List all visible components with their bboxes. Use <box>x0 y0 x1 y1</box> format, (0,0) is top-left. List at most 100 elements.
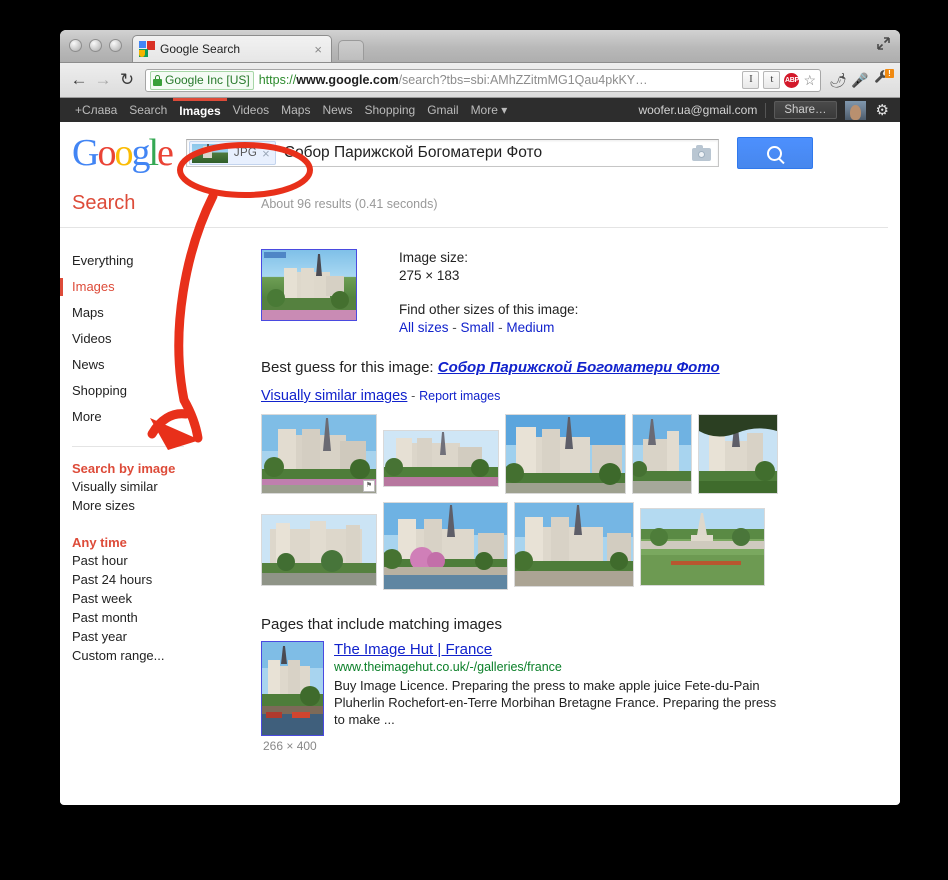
tab-close-icon[interactable]: × <box>311 43 325 56</box>
gbar-item-videos[interactable]: Videos <box>227 98 275 122</box>
window-traffic-lights <box>69 39 122 52</box>
similar-thumb-paris-park-monument[interactable] <box>640 508 765 586</box>
gbar-item-more[interactable]: More ▾ <box>465 98 514 122</box>
ev-certificate-label: Google Inc [US] <box>165 73 250 87</box>
best-guess-link[interactable]: Собор Парижской Богоматери Фото <box>438 359 720 376</box>
gbar-item-news[interactable]: News <box>316 98 358 122</box>
gbar-item-images[interactable]: Images <box>173 98 227 122</box>
report-images-link[interactable]: Report images <box>419 389 500 403</box>
source-image-thumbnail[interactable] <box>261 249 357 321</box>
gear-icon[interactable]: ⚙ <box>876 101 889 119</box>
search-by-image-title: Search by image <box>72 461 176 476</box>
sidebar-item-images[interactable]: Images <box>60 274 196 300</box>
browser-tab-strip: Google Search × <box>60 30 900 63</box>
google-search-header: Google JPG × Собор Парижской Богоматери … <box>60 122 900 184</box>
best-guess-row: Best guess for this image: Собор Парижск… <box>261 337 900 376</box>
visually-similar-images-link[interactable]: Visually similar images <box>261 388 407 404</box>
new-tab-button[interactable] <box>338 40 364 60</box>
sidebar-item-past-year[interactable]: Past year <box>72 627 196 646</box>
similar-thumb-notre-dame-side-plaza[interactable] <box>632 414 692 494</box>
find-other-sizes-label: Find other sizes of this image: <box>399 302 579 317</box>
jpg-image-chip[interactable]: JPG × <box>188 141 276 165</box>
search-by-image-group: Search by image Visually similar More si… <box>72 461 196 515</box>
wrench-menu-icon[interactable]: ! <box>871 69 894 91</box>
sidebar-item-shopping[interactable]: Shopping <box>72 378 196 404</box>
sidebar-item-everything[interactable]: Everything <box>72 248 196 274</box>
sidebar-item-videos[interactable]: Videos <box>72 326 196 352</box>
any-time-group: Any time Past hour Past 24 hours Past we… <box>72 535 196 665</box>
sidebar-item-maps[interactable]: Maps <box>72 300 196 326</box>
avatar[interactable] <box>844 100 866 120</box>
omnibox-extension-icons: I t ABP ☆ <box>736 71 816 89</box>
tab-title: Google Search <box>160 42 241 56</box>
url-host: www.google.com <box>296 73 399 87</box>
microphone-extension-icon[interactable]: 🎤 <box>849 69 871 91</box>
page-result-row: The Image Hut | France www.theimagehut.c… <box>261 633 900 736</box>
similar-thumb-notre-dame-south-facade[interactable] <box>505 414 626 494</box>
logo-letter-g2: g <box>131 132 150 174</box>
reload-icon[interactable]: ↻ <box>115 68 139 92</box>
gbar-item-shopping[interactable]: Shopping <box>359 98 422 122</box>
update-badge: ! <box>885 69 894 78</box>
zoom-window-button[interactable] <box>109 39 122 52</box>
forward-icon[interactable]: → <box>91 68 115 92</box>
sidebar-item-news[interactable]: News <box>72 352 196 378</box>
logo-letter-o2: o <box>114 132 133 174</box>
maximize-icon[interactable] <box>875 37 892 54</box>
size-links-row: All sizes - Small - Medium <box>399 319 578 337</box>
account-email[interactable]: woofer.ua@gmail.com <box>630 103 765 117</box>
gbar-item-search[interactable]: Search <box>123 98 173 122</box>
gbar-item-maps[interactable]: Maps <box>275 98 316 122</box>
sidebar-item-more-sizes[interactable]: More sizes <box>72 496 196 515</box>
sidebar-item-visually-similar[interactable]: Visually similar <box>72 477 196 496</box>
ev-certificate-badge[interactable]: Google Inc [US] <box>150 70 254 90</box>
logo-letter-e: e <box>157 132 174 174</box>
gbar-item-plus-slava[interactable]: +Слава <box>69 98 123 122</box>
similar-grid-row: ⚑ <box>261 414 778 494</box>
google-logo[interactable]: Google <box>72 131 174 175</box>
minimize-window-button[interactable] <box>89 39 102 52</box>
similar-thumb-notre-dame-quay-view[interactable] <box>514 502 634 587</box>
similar-thumb-notre-dame-rear-trees[interactable] <box>383 430 499 487</box>
italic-extension-icon[interactable]: I <box>742 71 760 89</box>
page-result-thumbnail[interactable] <box>261 641 324 736</box>
sidebar-item-past-hour[interactable]: Past hour <box>72 551 196 570</box>
pages-section-title: Pages that include matching images <box>261 616 502 633</box>
remove-image-chip-icon[interactable]: × <box>262 146 273 161</box>
sidebar-item-custom-range[interactable]: Custom range... <box>72 646 196 665</box>
sidebar-item-past-month[interactable]: Past month <box>72 608 196 627</box>
page-result-title-link[interactable]: The Image Hut | France <box>334 641 777 659</box>
similar-thumb-hotel-de-ville-riverfront[interactable] <box>261 514 377 586</box>
page-result-info: The Image Hut | France www.theimagehut.c… <box>324 641 777 736</box>
similar-thumb-badge-icon: ⚑ <box>363 480 375 492</box>
share-button[interactable]: Share… <box>774 101 837 119</box>
sidebar-item-past-week[interactable]: Past week <box>72 589 196 608</box>
main-results-column: About 96 results (0.41 seconds) Image si… <box>196 184 900 803</box>
browser-tab[interactable]: Google Search × <box>132 35 332 62</box>
magnifier-icon <box>767 145 783 161</box>
sidebar-title: Search <box>72 192 136 214</box>
logo-letter-l: l <box>148 132 158 174</box>
uploaded-image-thumbnail-icon <box>191 143 228 163</box>
tumblr-extension-icon[interactable]: t <box>763 71 781 89</box>
similar-thumb-notre-dame-seine-blossom[interactable] <box>383 502 508 590</box>
pepper-extension-icon[interactable]: 🌶 <box>827 69 849 91</box>
sidebar-item-past-24-hours[interactable]: Past 24 hours <box>72 570 196 589</box>
small-size-link[interactable]: Small <box>461 320 495 335</box>
similar-thumb-notre-dame-spring-blossom[interactable]: ⚑ <box>261 414 377 494</box>
address-bar[interactable]: Google Inc [US] https://www.google.com/s… <box>145 68 821 92</box>
search-input[interactable]: JPG × Собор Парижской Богоматери Фото <box>185 139 719 167</box>
close-window-button[interactable] <box>69 39 82 52</box>
gbar-item-gmail[interactable]: Gmail <box>421 98 464 122</box>
similar-thumb-notre-dame-framed-by-branch[interactable] <box>698 414 778 494</box>
browser-nav-bar: ← → ↻ Google Inc [US] https://www.google… <box>60 63 900 98</box>
image-info-column: Image size: 275 × 183 Find other sizes o… <box>357 249 578 337</box>
sidebar-item-more[interactable]: More <box>72 404 196 430</box>
bookmark-star-icon[interactable]: ☆ <box>803 73 816 87</box>
adblock-plus-icon[interactable]: ABP <box>784 72 800 88</box>
back-icon[interactable]: ← <box>67 68 91 92</box>
medium-size-link[interactable]: Medium <box>506 320 554 335</box>
all-sizes-link[interactable]: All sizes <box>399 320 449 335</box>
search-by-image-camera-icon[interactable] <box>691 145 711 161</box>
search-button[interactable] <box>736 137 813 169</box>
